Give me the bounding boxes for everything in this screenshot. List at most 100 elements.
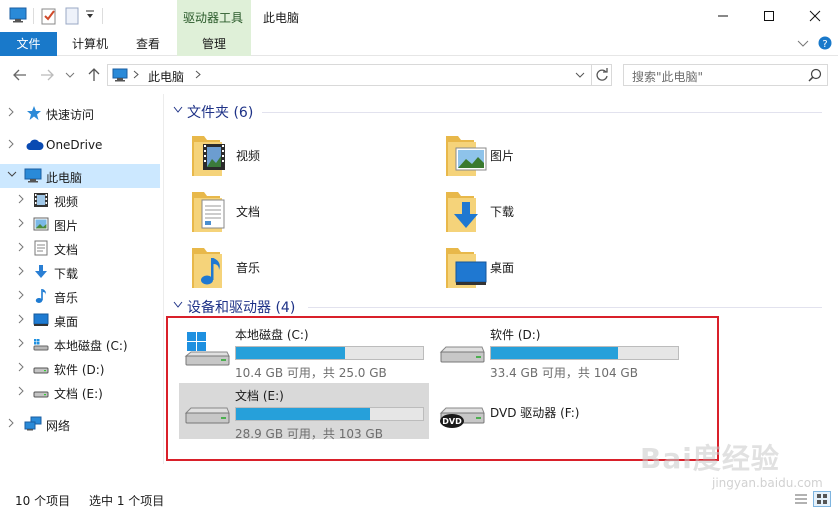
forward-arrow-icon xyxy=(41,69,54,81)
desktop-folder-icon xyxy=(444,244,488,292)
selected-count: 选中 1 个项目 xyxy=(89,494,165,508)
folder-label: 桌面 xyxy=(490,261,515,275)
tab-view[interactable]: 查看 xyxy=(123,32,173,56)
close-button[interactable] xyxy=(792,0,838,32)
chevron-right-icon[interactable] xyxy=(133,70,139,79)
details-view-icon[interactable] xyxy=(794,493,808,505)
chevron-right-icon[interactable] xyxy=(8,418,18,430)
sidebar-item-drive-c[interactable]: 本地磁盘 (C:) xyxy=(0,332,160,356)
item-count: 10 个项目 xyxy=(15,494,71,508)
folder-downloads[interactable]: 下载 xyxy=(444,188,684,240)
music-icon xyxy=(33,288,49,304)
highlight-annotation-box xyxy=(166,316,719,461)
address-bar[interactable]: 此电脑 xyxy=(107,64,612,86)
watermark-url: jingyan.baidu.com xyxy=(712,476,823,490)
minimize-icon xyxy=(718,15,728,17)
chevron-right-icon[interactable] xyxy=(8,139,18,151)
watermark-logo: Bai度经验 xyxy=(640,442,780,475)
drive-icon xyxy=(33,384,49,400)
sidebar-item-drive-e[interactable]: 文档 (E:) xyxy=(0,380,160,404)
new-folder-icon[interactable] xyxy=(65,7,79,25)
refresh-button[interactable] xyxy=(595,68,609,82)
search-box[interactable]: 搜索"此电脑" xyxy=(623,64,828,86)
expand-ribbon-icon[interactable] xyxy=(797,38,809,48)
sidebar-item-drive-d[interactable]: 软件 (D:) xyxy=(0,356,160,380)
up-arrow-icon xyxy=(88,68,100,81)
address-segment[interactable]: 此电脑 xyxy=(148,68,184,85)
chevron-right-icon[interactable] xyxy=(18,362,28,374)
sidebar-item-music[interactable]: 音乐 xyxy=(0,284,160,308)
monitor-icon xyxy=(24,168,42,184)
chevron-right-icon[interactable] xyxy=(18,242,28,254)
folder-documents[interactable]: 文档 xyxy=(190,188,430,240)
folder-label: 图片 xyxy=(490,149,515,163)
sidebar-item-documents[interactable]: 文档 xyxy=(0,236,160,260)
chevron-down-icon xyxy=(65,72,75,78)
download-icon xyxy=(33,264,49,280)
minimize-button[interactable] xyxy=(700,0,746,32)
maximize-button[interactable] xyxy=(746,0,792,32)
context-group-title: 驱动器工具 xyxy=(183,11,244,25)
properties-icon[interactable] xyxy=(41,7,57,25)
chevron-right-icon[interactable] xyxy=(18,314,28,326)
windows-drive-icon xyxy=(33,336,49,352)
document-folder-icon xyxy=(190,188,234,236)
chevron-right-icon[interactable] xyxy=(195,70,201,79)
sidebar-item-network[interactable]: 网络 xyxy=(0,412,160,436)
chevron-down-icon[interactable] xyxy=(173,106,183,114)
sidebar-item-onedrive[interactable]: OneDrive xyxy=(0,133,160,157)
picture-folder-icon xyxy=(444,132,488,180)
ribbon-tabs: 文件 计算机 查看 管理 ? xyxy=(0,32,838,56)
chevron-right-icon[interactable] xyxy=(18,386,28,398)
sidebar-item-desktop[interactable]: 桌面 xyxy=(0,308,160,332)
picture-icon xyxy=(33,216,49,232)
search-icon[interactable] xyxy=(808,68,822,82)
chevron-right-icon[interactable] xyxy=(18,266,28,278)
folder-label: 音乐 xyxy=(236,261,261,275)
sidebar-item-downloads[interactable]: 下载 xyxy=(0,260,160,284)
recent-locations-button[interactable] xyxy=(63,66,77,84)
chevron-right-icon[interactable] xyxy=(18,218,28,230)
sidebar-item-quick-access[interactable]: 快速访问 xyxy=(0,101,160,125)
close-icon xyxy=(809,10,821,22)
back-button[interactable] xyxy=(11,66,29,84)
chevron-down-icon[interactable] xyxy=(173,301,183,309)
help-icon[interactable]: ? xyxy=(818,36,832,50)
up-button[interactable] xyxy=(85,66,103,84)
folder-videos[interactable]: 视频 xyxy=(190,132,430,184)
folder-desktop[interactable]: 桌面 xyxy=(444,244,684,296)
window-title: 此电脑 xyxy=(263,11,300,25)
sidebar-item-this-pc[interactable]: 此电脑 xyxy=(0,164,160,188)
folder-label: 文档 xyxy=(236,205,261,219)
drives-group-header[interactable]: 设备和驱动器 (4) xyxy=(170,297,830,317)
network-icon xyxy=(24,416,42,432)
star-icon xyxy=(26,105,42,121)
title-bar: 驱动器工具 此电脑 xyxy=(0,0,838,32)
chevron-down-icon xyxy=(575,72,585,78)
chevron-right-icon[interactable] xyxy=(18,290,28,302)
folder-pictures[interactable]: 图片 xyxy=(444,132,684,184)
chevron-right-icon[interactable] xyxy=(8,107,18,119)
music-folder-icon xyxy=(190,244,234,292)
drive-icon xyxy=(33,360,49,376)
chevron-right-icon[interactable] xyxy=(18,194,28,206)
back-arrow-icon xyxy=(13,69,26,81)
customize-quick-access-icon[interactable] xyxy=(85,10,95,20)
folders-group-header[interactable]: 文件夹 (6) xyxy=(170,102,830,122)
address-history-dropdown[interactable] xyxy=(575,71,585,79)
large-icons-view-icon[interactable] xyxy=(813,491,831,507)
folder-music[interactable]: 音乐 xyxy=(190,244,430,296)
computer-icon[interactable] xyxy=(9,7,27,23)
tab-computer[interactable]: 计算机 xyxy=(60,32,120,56)
cloud-icon xyxy=(26,137,44,153)
search-input[interactable]: 搜索"此电脑" xyxy=(632,68,703,85)
refresh-icon xyxy=(596,68,608,81)
pane-divider[interactable] xyxy=(163,94,164,464)
sidebar-item-pictures[interactable]: 图片 xyxy=(0,212,160,236)
chevron-right-icon[interactable] xyxy=(18,338,28,350)
sidebar-item-videos[interactable]: 视频 xyxy=(0,188,160,212)
tab-manage[interactable]: 管理 xyxy=(177,32,251,56)
forward-button[interactable] xyxy=(38,66,56,84)
tab-file[interactable]: 文件 xyxy=(0,32,57,56)
chevron-down-icon[interactable] xyxy=(7,171,17,183)
